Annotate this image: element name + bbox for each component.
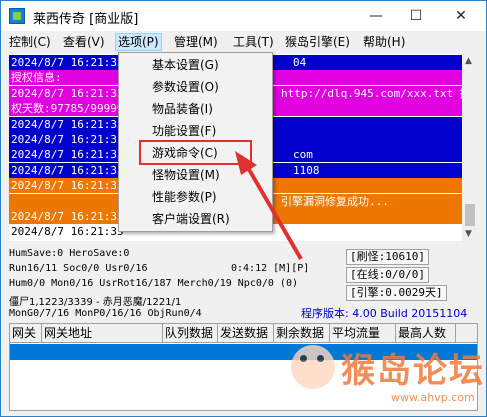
status-mong: MonG0/7/16 MonP0/16/16 ObjRun0/4 xyxy=(9,308,202,319)
status-save: HumSave:0 HeroSave:0 xyxy=(9,248,130,259)
menu-parameter-settings[interactable]: 参数设置(O) xyxy=(119,76,272,98)
options-dropdown: 基本设置(G) 参数设置(O) 物品装备(I) 功能设置(F) 游戏命令(C) … xyxy=(118,52,273,232)
log-tail: 1108 xyxy=(293,163,320,177)
menu-manage[interactable]: 管理(M) xyxy=(172,33,220,51)
col-avg-traffic[interactable]: 平均流量 xyxy=(330,324,396,342)
refresh-count: [刷怪:10610] xyxy=(346,249,429,265)
watermark-text: 猴岛论坛 xyxy=(341,351,485,391)
log-text: 2024/8/7 16:21:35 xyxy=(11,56,124,69)
log-tail: 引擎漏洞修复成功... xyxy=(281,194,389,208)
log-text: 2024/8/7 16:21:35 xyxy=(11,179,124,193)
log-text: 授权信息: xyxy=(11,71,62,85)
status-panel: HumSave:0 HeroSave:0 Run16/11 Soc0/0 Usr… xyxy=(9,245,478,321)
menu-item-equipment[interactable]: 物品装备(I) xyxy=(119,98,272,120)
menu-basic-settings[interactable]: 基本设置(G) xyxy=(119,54,272,76)
log-text: 2024/8/7 16:21:35 xyxy=(11,210,124,223)
menu-control[interactable]: 控制(C) xyxy=(7,33,53,51)
col-sent-data[interactable]: 发送数据 xyxy=(218,324,274,342)
log-tail: http://dlq.945.com/xxx.txt 授 xyxy=(281,86,462,100)
col-queue-data[interactable]: 队列数据 xyxy=(163,324,218,342)
log-tail: 04 xyxy=(293,56,307,69)
monkey-logo-icon xyxy=(291,345,335,389)
menu-view[interactable]: 查看(V) xyxy=(61,33,107,51)
maximize-button[interactable]: ☐ xyxy=(396,1,436,31)
status-hum: Hum0/0 Mon0/16 UsrRot16/187 Merch0/19 Np… xyxy=(9,278,298,289)
scroll-thumb[interactable] xyxy=(465,204,475,226)
server-window: 莱西传奇 [商业版] — ☐ ✕ 控制(C) 查看(V) 选项(P) 管理(M)… xyxy=(0,0,487,417)
log-text: 2024/8/7 16:21:35 xyxy=(11,86,124,100)
menu-help[interactable]: 帮助(H) xyxy=(361,33,407,51)
online-count: [在线:0/0/0] xyxy=(346,267,429,283)
log-text: 权天数:97785/99999 xyxy=(11,102,124,116)
scroll-down-icon[interactable]: ▼ xyxy=(465,229,472,239)
log-text: 2024/8/7 16:21:35 xyxy=(11,133,124,146)
engine-days: [引擎:0.0029天] xyxy=(346,285,447,301)
col-gateway[interactable]: 网关 xyxy=(10,324,42,342)
menu-engine[interactable]: 猴岛引擎(E) xyxy=(283,33,352,51)
menu-options[interactable]: 选项(P) xyxy=(115,33,162,51)
col-max-users[interactable]: 最高人数 xyxy=(396,324,456,342)
status-monster: 僵尸1,1223/3339 - 赤月恶魔/1221/1 xyxy=(9,297,182,308)
col-remaining-data[interactable]: 剩余数据 xyxy=(274,324,330,342)
close-button[interactable]: ✕ xyxy=(441,1,481,31)
title-bar[interactable]: 莱西传奇 [商业版] — ☐ ✕ xyxy=(1,1,486,31)
scroll-up-icon[interactable]: ▲ xyxy=(465,56,472,66)
col-gateway-address[interactable]: 网关地址 xyxy=(42,324,163,342)
app-icon xyxy=(9,8,25,24)
log-text: 2024/8/7 16:21:35 xyxy=(11,163,124,177)
window-title: 莱西传奇 [商业版] xyxy=(33,12,139,27)
menu-function-settings[interactable]: 功能设置(F) xyxy=(119,120,272,142)
menu-bar: 控制(C) 查看(V) 选项(P) 管理(M) 工具(T) 猴岛引擎(E) 帮助… xyxy=(1,31,486,52)
log-text: 2024/8/7 16:21:35 xyxy=(11,225,124,239)
menu-monster-settings[interactable]: 怪物设置(M) xyxy=(119,164,272,186)
program-version: 程序版本: 4.00 Build 20151104 xyxy=(301,307,468,320)
log-text: 2024/8/7 16:21:35 xyxy=(11,148,124,162)
log-scrollbar[interactable]: ▲ ▼ xyxy=(462,54,478,241)
log-text: 2024/8/7 16:21:35 xyxy=(11,117,124,131)
menu-performance-params[interactable]: 性能参数(P) xyxy=(119,186,272,208)
minimize-button[interactable]: — xyxy=(356,1,396,31)
menu-client-settings[interactable]: 客户端设置(R) xyxy=(119,208,272,230)
log-tail: com xyxy=(293,148,313,162)
watermark-url: www.ahvp.com xyxy=(391,391,475,404)
watermark: 猴岛论坛 www.ahvp.com xyxy=(291,341,483,411)
status-run: Run16/11 Soc0/0 Usr0/16 xyxy=(9,263,148,274)
status-uptime: 0:4:12 [M][P] xyxy=(231,263,310,274)
menu-tools[interactable]: 工具(T) xyxy=(231,33,276,51)
annotation-highlight-box xyxy=(139,140,252,165)
